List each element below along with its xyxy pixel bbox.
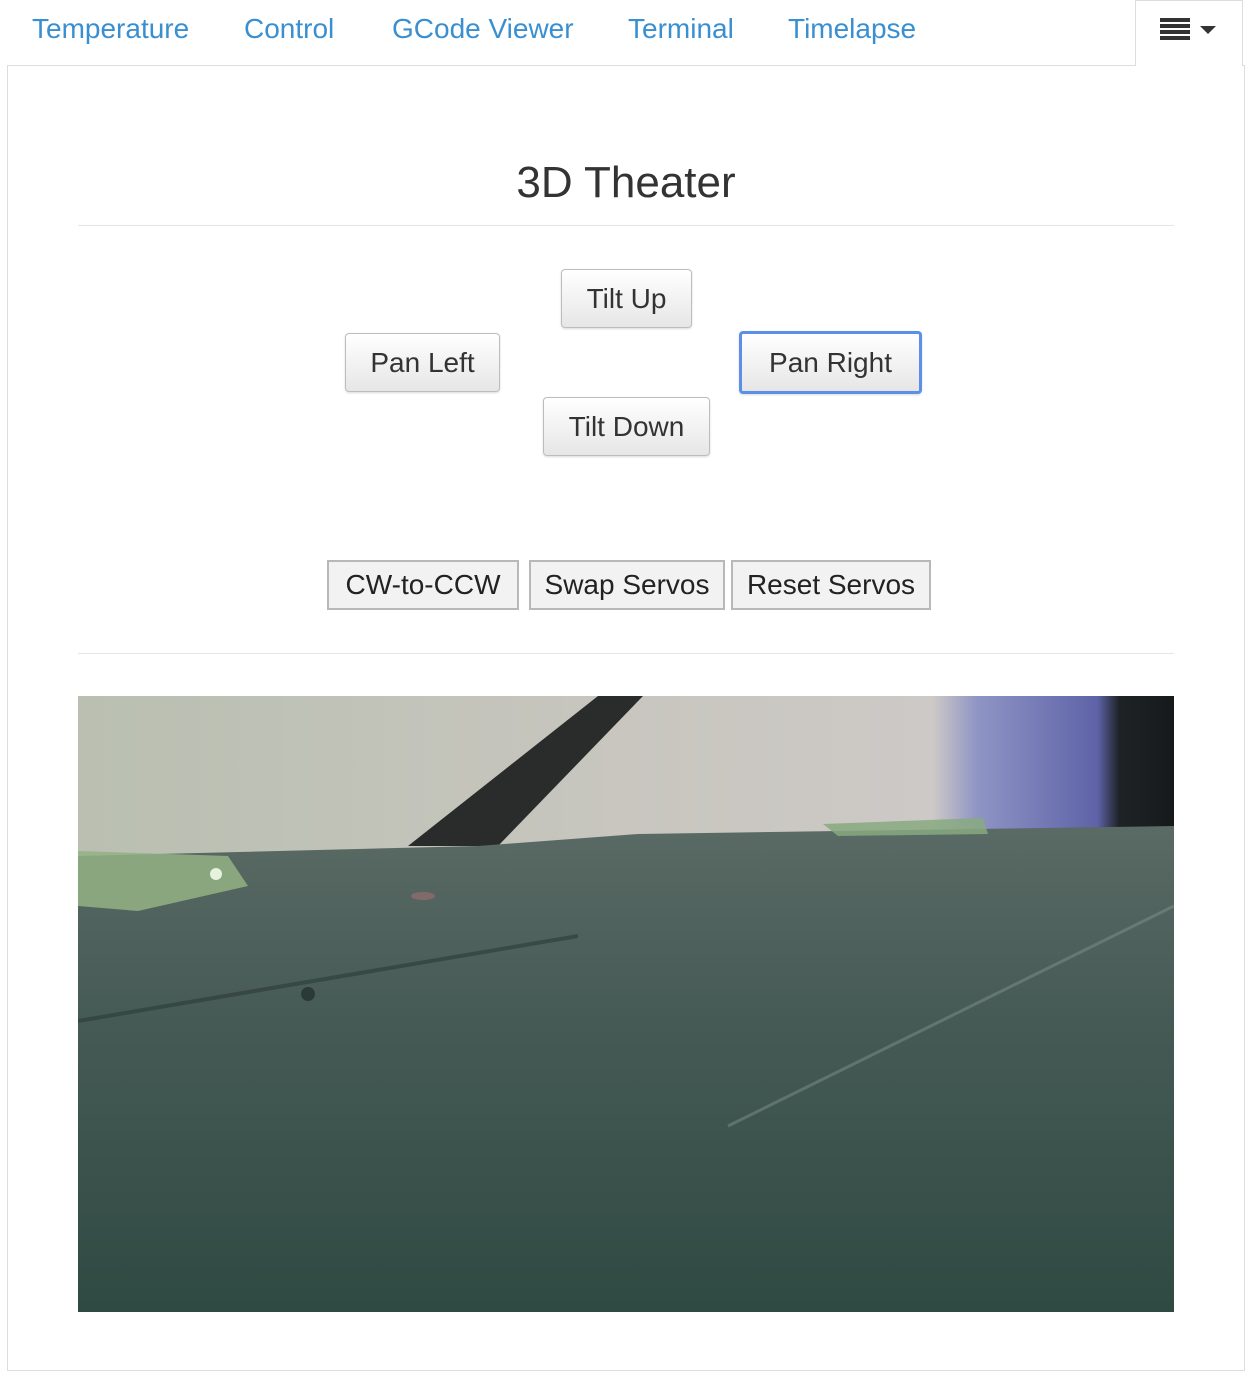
reset-servos-button[interactable]: Reset Servos [731,560,931,610]
tab-timelapse[interactable]: Timelapse [788,0,916,58]
tilt-up-button[interactable]: Tilt Up [561,269,692,328]
swap-servos-button[interactable]: Swap Servos [529,560,725,610]
tab-control[interactable]: Control [244,0,334,58]
tab-temperature[interactable]: Temperature [32,0,189,58]
tab-bar: Temperature Control GCode Viewer Termina… [0,0,1256,66]
more-tabs-dropdown[interactable] [1135,0,1243,66]
page-title: 3D Theater [516,158,736,207]
caret-down-icon [1200,26,1216,34]
tilt-down-button[interactable]: Tilt Down [543,397,710,456]
title-divider [78,225,1174,226]
section-divider [78,653,1174,654]
tab-gcode-viewer[interactable]: GCode Viewer [392,0,574,58]
list-icon [1160,18,1190,40]
webcam-image [78,696,1174,1312]
pan-left-button[interactable]: Pan Left [345,333,500,392]
webcam-stream [78,696,1174,1312]
tab-content-panel: 3D Theater Tilt Up Pan Left Pan Right Ti… [7,65,1245,1371]
pan-right-button[interactable]: Pan Right [739,331,922,394]
tab-terminal[interactable]: Terminal [628,0,734,58]
cw-to-ccw-button[interactable]: CW-to-CCW [327,560,519,610]
